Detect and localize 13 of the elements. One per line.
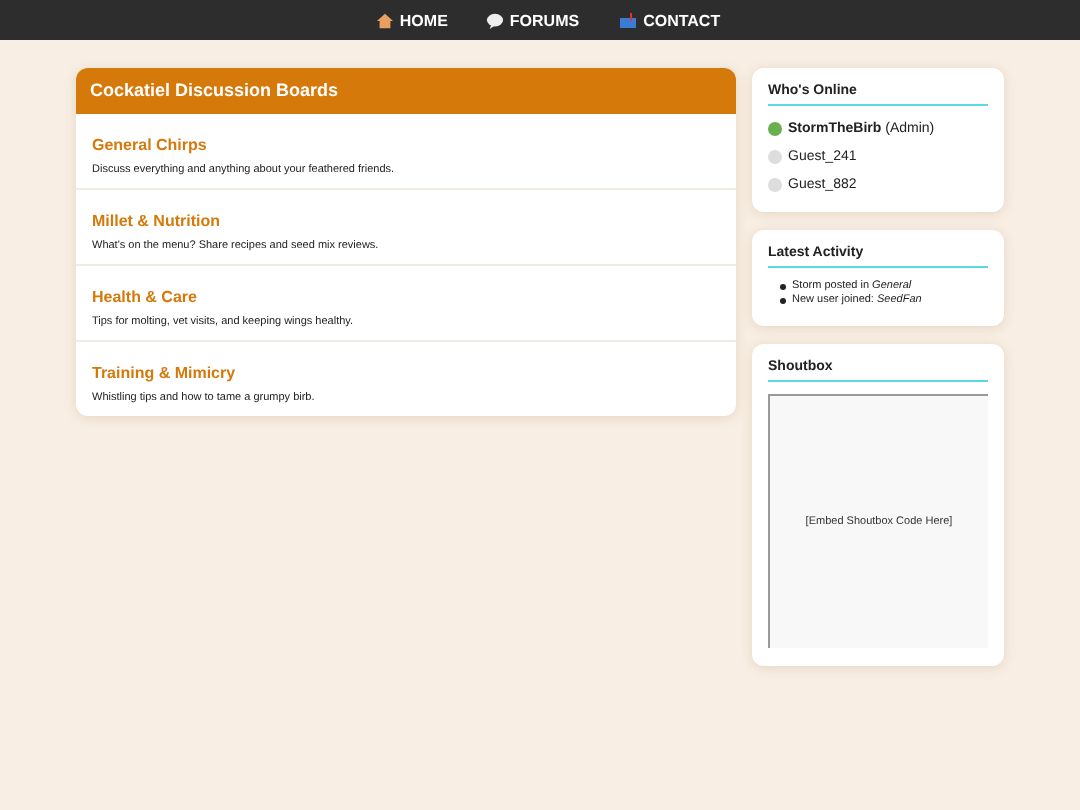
board-link[interactable]: Millet & Nutrition bbox=[92, 212, 220, 230]
nav-link[interactable]: CONTACT bbox=[617, 11, 721, 29]
board-link[interactable]: General Chirps bbox=[92, 136, 207, 154]
boards-title: Cockatiel Discussion Boards bbox=[76, 68, 736, 114]
house-icon bbox=[375, 11, 394, 29]
speech-bubble-icon bbox=[485, 11, 504, 29]
bullet-icon bbox=[780, 298, 786, 304]
nav-link[interactable]: FORUMS bbox=[485, 11, 580, 29]
mailbox-icon bbox=[617, 11, 638, 29]
board-link[interactable]: Health & Care bbox=[92, 288, 197, 306]
board-link[interactable]: Training & Mimicry bbox=[92, 364, 236, 382]
bullet-icon bbox=[780, 284, 786, 290]
nav-link[interactable]: HOME bbox=[375, 11, 448, 29]
